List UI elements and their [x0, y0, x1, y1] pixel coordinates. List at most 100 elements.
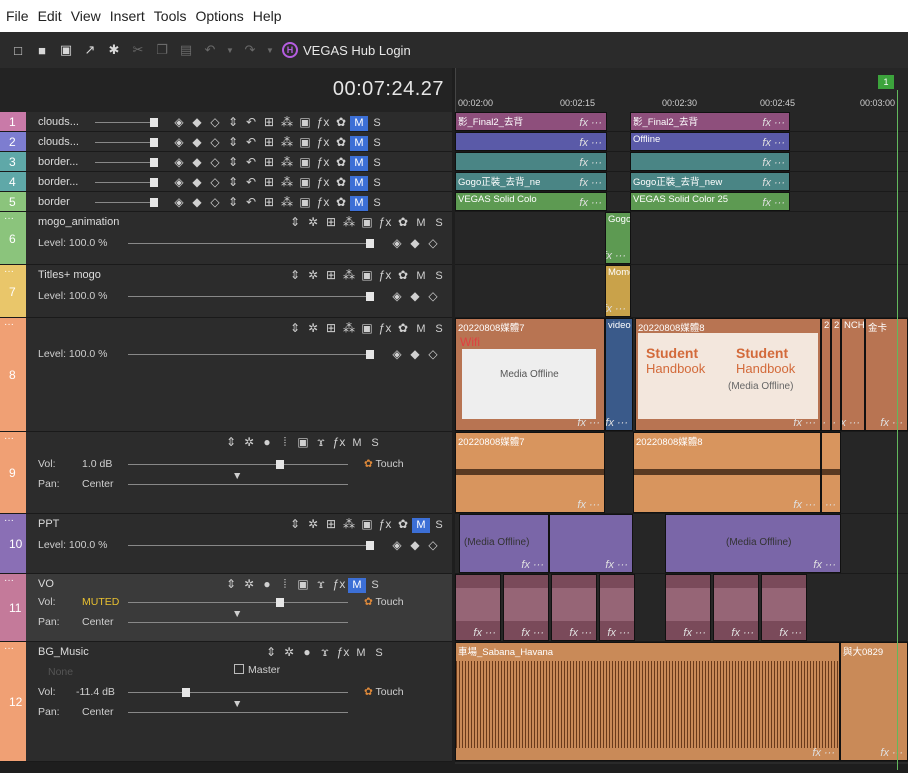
composite-icon[interactable]: ▣	[358, 321, 376, 335]
motion-icon[interactable]: ⁂	[278, 135, 296, 149]
track-options-icon[interactable]: ···	[4, 575, 14, 586]
crop-icon[interactable]: ⊞	[260, 155, 278, 169]
timeline-clip[interactable]: Offline fx ···	[630, 132, 790, 151]
track-header-2[interactable]: 2 clouds... ◈ ◆ ◇ ⇕ ↶ ⊞ ⁂ ▣ ƒx ✿ M S	[0, 132, 452, 152]
timeline-lane-10[interactable]: fx ··· (Media Offline) fx ··· fx ··· (Media …	[455, 514, 908, 574]
timeline-clip[interactable]: 影_Final2_去背 fx ···	[455, 112, 607, 131]
level-slider-thumb[interactable]	[366, 350, 374, 359]
motion-icon[interactable]: ⁂	[278, 155, 296, 169]
track-header-1[interactable]: 1 clouds... ◈ ◆ ◇ ⇕ ↶ ⊞ ⁂ ▣ ƒx ✿ M S	[0, 112, 452, 132]
timeline-area[interactable]: 影_Final2_去背 fx ··· 影_Final2_去背 fx ··· fx ···…	[455, 112, 908, 764]
phase-icon[interactable]: ϫ	[316, 645, 334, 659]
keyframe-icon[interactable]: ◆	[188, 135, 206, 149]
audio-clip[interactable]: fx ···	[551, 574, 597, 641]
solo-button[interactable]: S	[430, 519, 448, 531]
clip-fx-icon[interactable]: fx ···	[880, 747, 903, 759]
track-name[interactable]: Titles+ mogo	[38, 269, 101, 281]
mute-button[interactable]: M	[412, 322, 430, 337]
keyframe-next-icon[interactable]: ◇	[206, 175, 224, 189]
fx-icon[interactable]: ƒx	[334, 645, 352, 659]
timeline-clip[interactable]: 金卡 fx ···	[865, 318, 908, 431]
gear-icon[interactable]: ✿	[394, 268, 412, 282]
redo-icon[interactable]: ↷	[242, 42, 258, 58]
keyframe-icon[interactable]: ◆	[188, 115, 206, 129]
undo-icon[interactable]: ↶	[242, 195, 260, 209]
fx-bypass-icon[interactable]: ✲	[304, 268, 322, 282]
timeline-clip[interactable]: Gogo fx ···	[605, 212, 631, 264]
keyframe-icon[interactable]: ◆	[406, 347, 424, 361]
fx-icon[interactable]: ƒx	[314, 195, 332, 209]
solo-button[interactable]: S	[430, 217, 448, 229]
keyframe-icon[interactable]: ◆	[406, 289, 424, 303]
timeline-lane-8[interactable]: 20220808媒體7 fx ··· Wifi Media Offline video f…	[455, 318, 908, 432]
clip-fx-icon[interactable]: fx ···	[812, 747, 835, 759]
track-number-tab[interactable]: ··· 10	[0, 514, 26, 573]
motion-icon[interactable]: ⁂	[278, 195, 296, 209]
track-header-3[interactable]: 3 border... ◈ ◆ ◇ ⇕ ↶ ⊞ ⁂ ▣ ƒx ✿ M S	[0, 152, 452, 172]
crop-icon[interactable]: ⊞	[322, 321, 340, 335]
track-name[interactable]: border...	[38, 176, 78, 188]
fx-icon[interactable]: ƒx	[376, 268, 394, 282]
composite-icon[interactable]: ▣	[358, 268, 376, 282]
level-slider-thumb[interactable]	[150, 198, 158, 207]
timeline-clip[interactable]: fx ··· (Media Offline)	[665, 514, 841, 573]
clip-fx-icon[interactable]: fx ···	[762, 197, 785, 209]
track-header-10[interactable]: ··· 10 PPT ⇕ ✲ ⊞ ⁂ ▣ ƒx ✿ M S Level: 100.0 % ◈ ◆ ◇	[0, 514, 452, 574]
composite-icon[interactable]: ▣	[296, 195, 314, 209]
track-header-9[interactable]: ··· 9 ⇕ ✲ ● ⦙ ▣ ϫ ƒx M S Vol: 1.0 dB ✿ Touch Pan: Cente…	[0, 432, 452, 514]
clip-fx-icon[interactable]: fx ···	[579, 177, 602, 189]
timeline-clip[interactable]: fx ···	[455, 132, 607, 151]
composite-icon[interactable]: ▣	[296, 135, 314, 149]
motion-icon[interactable]: ⁂	[278, 175, 296, 189]
phase-icon[interactable]: ϫ	[312, 435, 330, 449]
fx-bypass-icon[interactable]: ✲	[240, 435, 258, 449]
fx-chain-none[interactable]: None	[48, 666, 73, 678]
crop-icon[interactable]: ⊞	[260, 115, 278, 129]
mute-button[interactable]: M	[348, 578, 366, 593]
track-options-icon[interactable]: ···	[4, 266, 14, 277]
timeline-clip[interactable]: video fx ···	[605, 318, 633, 431]
keyframe-next-icon[interactable]: ◇	[424, 538, 442, 552]
timeline-clip[interactable]: Momo fx ···	[605, 265, 631, 317]
timeline-lane-7[interactable]: Momo fx ···	[455, 265, 908, 318]
timeline-clip[interactable]: fx ···	[630, 152, 790, 171]
fx-icon[interactable]: ƒx	[376, 215, 394, 229]
keyframe-next-icon[interactable]: ◇	[206, 135, 224, 149]
level-slider-track[interactable]	[128, 354, 366, 355]
updown-icon[interactable]: ⇕	[262, 645, 280, 659]
clip-fx-icon[interactable]: fx ···	[606, 250, 626, 262]
track-options-icon[interactable]: ···	[4, 433, 14, 444]
clip-fx-icon[interactable]: fx ···	[731, 627, 754, 639]
keyframe-icon[interactable]: ◆	[188, 155, 206, 169]
touch-mode-dropdown[interactable]: ✿ Touch	[364, 686, 404, 698]
fx-icon[interactable]: ƒx	[314, 175, 332, 189]
keyframe-icon[interactable]: ◆	[188, 195, 206, 209]
crop-icon[interactable]: ⊞	[322, 517, 340, 531]
copy-icon[interactable]: ❐	[154, 42, 170, 58]
volume-slider-thumb[interactable]	[182, 688, 190, 697]
level-slider-thumb[interactable]	[150, 178, 158, 187]
timeline-clip[interactable]: Gogo正裝_去背_new fx ···	[630, 172, 790, 191]
timeline-lane-9[interactable]: 20220808媒體7 fx ··· 20220808媒體8 fx ··· fx ···	[455, 432, 908, 514]
composite-icon[interactable]: ▣	[358, 517, 376, 531]
checkbox-icon[interactable]	[234, 664, 244, 674]
clip-fx-icon[interactable]: fx ···	[606, 417, 628, 429]
pan-slider-track[interactable]	[128, 622, 348, 623]
vegas-hub-login-button[interactable]: VEGAS Hub Login	[303, 43, 411, 58]
audio-clip[interactable]: 20220808媒體8 fx ···	[633, 432, 821, 513]
timeline-clip[interactable]: fx ···	[455, 152, 607, 171]
mute-button[interactable]: M	[350, 136, 368, 151]
timeline-clip[interactable]: VEGAS Solid Colo fx ···	[455, 192, 607, 211]
save-icon[interactable]: ▣	[58, 42, 74, 58]
solo-button[interactable]: S	[368, 137, 386, 149]
keyframe-icon[interactable]: ◆	[406, 236, 424, 250]
clip-fx-icon[interactable]: fx ···	[683, 627, 706, 639]
timeline-clip[interactable]: NCH fx ···	[841, 318, 865, 431]
composite-icon[interactable]: ▣	[296, 175, 314, 189]
gear-icon[interactable]: ✿	[394, 215, 412, 229]
fx-icon[interactable]: ƒx	[330, 577, 348, 591]
track-number-tab[interactable]: 3	[0, 152, 26, 171]
crop-icon[interactable]: ⊞	[260, 135, 278, 149]
paste-icon[interactable]: ▤	[178, 42, 194, 58]
audio-clip[interactable]: fx ···	[665, 574, 711, 641]
